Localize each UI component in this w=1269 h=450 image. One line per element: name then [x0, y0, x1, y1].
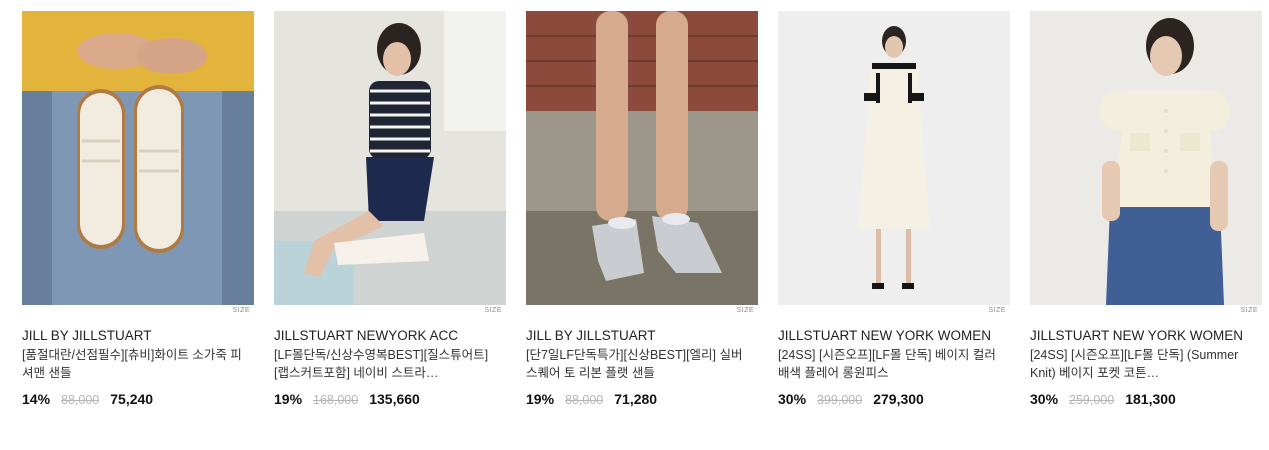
price-row: 14% 88,000 75,240 — [22, 391, 153, 409]
product-brand[interactable]: JILLSTUART NEW YORK WOMEN — [1030, 328, 1262, 343]
product-card[interactable]: SIZE JILL BY JILLSTUART [단7일LF단독특가][신상BE… — [526, 11, 758, 431]
size-tag: SIZE — [988, 307, 1006, 314]
product-name[interactable]: [품절대란/선점필수][츄비]화이트 소가죽 피셔맨 샌들 — [22, 346, 246, 382]
discount-rate: 19% — [274, 391, 303, 407]
original-price: 399,000 — [817, 393, 863, 407]
product-name[interactable]: [LF몰단독/신상수영복BEST][질스튜어트][랩스커트포함] 네이비 스트라… — [274, 346, 498, 382]
price-row: 30% 259,000 181,300 — [1030, 391, 1176, 409]
original-price: 88,000 — [61, 393, 100, 407]
product-brand[interactable]: JILL BY JILLSTUART — [22, 328, 254, 343]
product-name[interactable]: [24SS] [시즌오프][LF몰 단독] (Summer Knit) 베이지 … — [1030, 346, 1254, 382]
size-tag: SIZE — [232, 307, 250, 314]
price-row: 19% 88,000 71,280 — [526, 391, 657, 409]
size-tag: SIZE — [736, 307, 754, 314]
product-image-knit — [1030, 11, 1262, 305]
product-image[interactable] — [22, 11, 254, 305]
sale-price: 279,300 — [873, 391, 924, 407]
discount-rate: 14% — [22, 391, 51, 407]
product-brand[interactable]: JILLSTUART NEW YORK WOMEN — [778, 328, 1010, 343]
original-price: 259,000 — [1069, 393, 1115, 407]
product-image-flat-sandals — [526, 11, 758, 305]
product-brand[interactable]: JILLSTUART NEWYORK ACC — [274, 328, 506, 343]
sale-price: 135,660 — [369, 391, 420, 407]
product-name[interactable]: [24SS] [시즌오프][LF몰 단독] 베이지 컬러배색 플레어 롱원피스 — [778, 346, 1002, 382]
product-card[interactable]: SIZE JILLSTUART NEW YORK WOMEN [24SS] [시… — [1030, 11, 1262, 431]
price-row: 30% 399,000 279,300 — [778, 391, 924, 409]
original-price: 168,000 — [313, 393, 359, 407]
product-image[interactable] — [274, 11, 506, 305]
discount-rate: 19% — [526, 391, 555, 407]
size-tag: SIZE — [484, 307, 502, 314]
product-image[interactable] — [1030, 11, 1262, 305]
sale-price: 71,280 — [614, 391, 658, 407]
product-card[interactable]: SIZE JILLSTUART NEWYORK ACC [LF몰단독/신상수영복… — [274, 11, 506, 431]
product-card[interactable]: SIZE JILL BY JILLSTUART [품절대란/선점필수][츄비]화… — [22, 11, 254, 431]
product-image[interactable] — [778, 11, 1010, 305]
discount-rate: 30% — [1030, 391, 1059, 407]
product-name[interactable]: [단7일LF단독특가][신상BEST][엘리] 실버 스퀘어 토 리본 플랫 샌… — [526, 346, 750, 382]
price-row: 19% 168,000 135,660 — [274, 391, 420, 409]
product-card[interactable]: SIZE JILLSTUART NEW YORK WOMEN [24SS] [시… — [778, 11, 1010, 431]
product-grid: SIZE JILL BY JILLSTUART [품절대란/선점필수][츄비]화… — [22, 11, 1262, 431]
original-price: 88,000 — [565, 393, 604, 407]
sale-price: 75,240 — [110, 391, 154, 407]
product-brand[interactable]: JILL BY JILLSTUART — [526, 328, 758, 343]
discount-rate: 30% — [778, 391, 807, 407]
size-tag: SIZE — [1240, 307, 1258, 314]
product-image-swimwear — [274, 11, 506, 305]
product-image-dress — [778, 11, 1010, 305]
product-image-sandals — [22, 11, 254, 305]
product-image[interactable] — [526, 11, 758, 305]
sale-price: 181,300 — [1125, 391, 1176, 407]
